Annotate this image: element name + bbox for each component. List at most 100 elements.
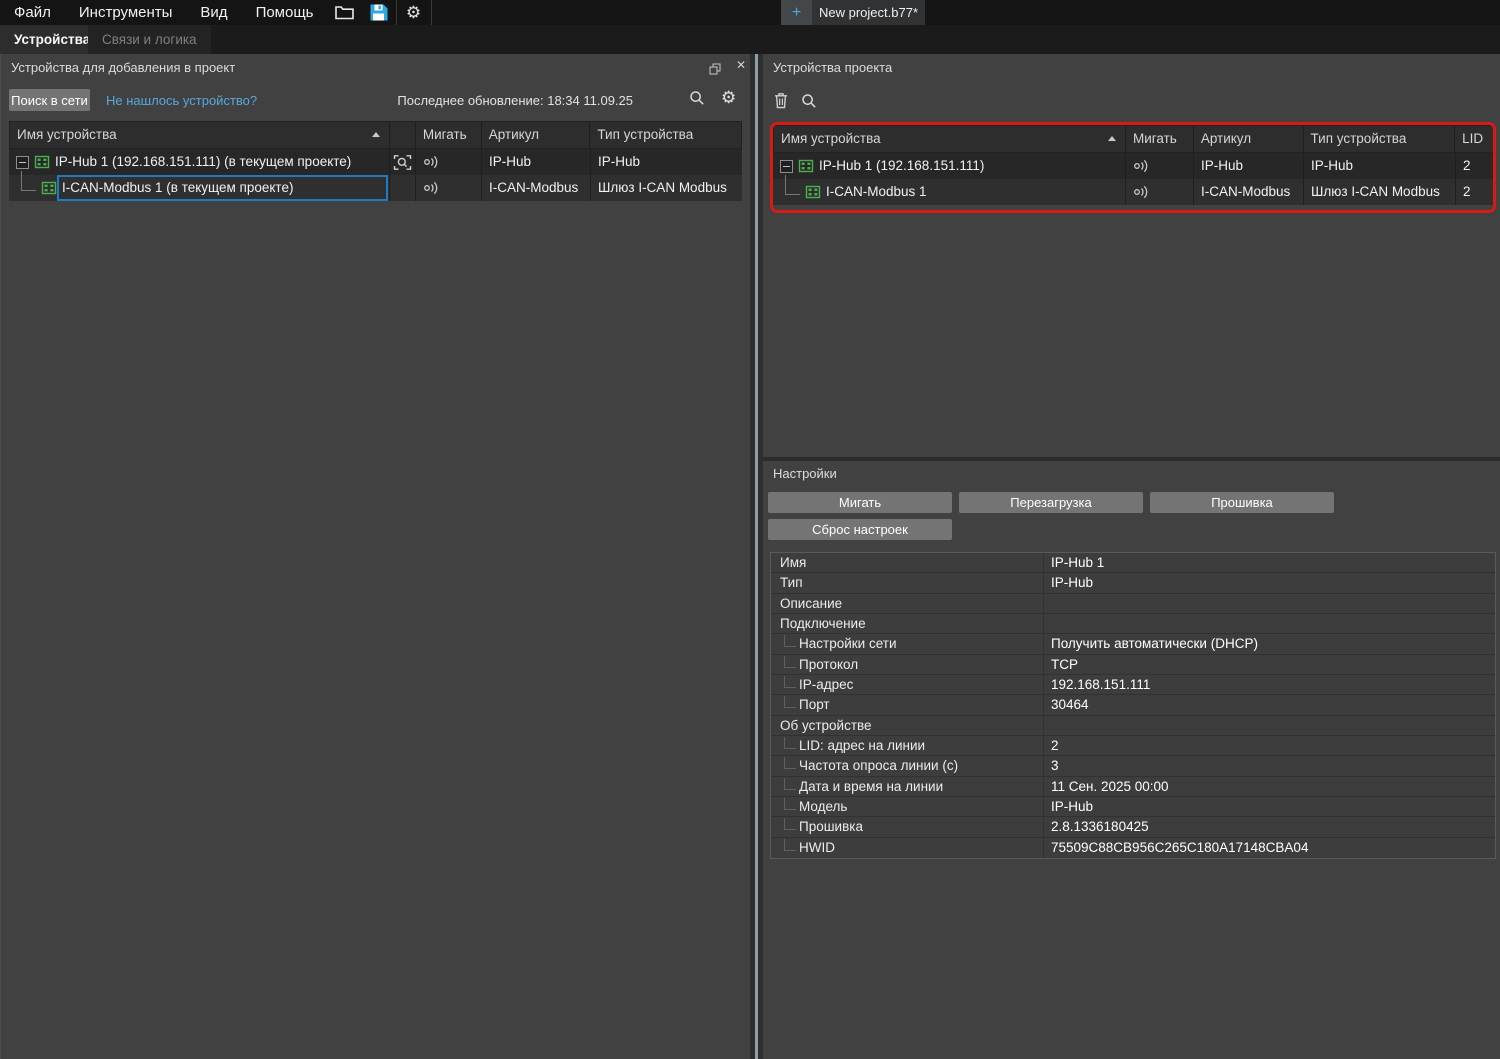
type-cell: IP-Hub: [591, 149, 742, 175]
panel-title: Настройки: [773, 466, 837, 481]
column-header-blink[interactable]: Мигать: [416, 122, 482, 148]
collapse-expander-icon[interactable]: [16, 156, 29, 169]
project-tab[interactable]: New project.b77*: [812, 0, 925, 25]
scan-device-icon: [393, 154, 412, 171]
search-icon: [689, 90, 705, 106]
articul-value: I-CAN-Modbus: [1201, 184, 1290, 199]
property-value[interactable]: 2: [1043, 736, 1495, 755]
column-header-articul[interactable]: Артикул: [1194, 126, 1304, 152]
search-project-devices-button[interactable]: [801, 93, 817, 109]
menu-help[interactable]: Помощь: [242, 0, 328, 25]
type-value: Шлюз I-CAN Modbus: [1311, 184, 1440, 199]
property-row[interactable]: HWID75509C88CB956C265C180A17148CBA04: [771, 838, 1495, 858]
column-header-blink[interactable]: Мигать: [1126, 126, 1194, 152]
property-row[interactable]: IP-адрес192.168.151.111: [771, 675, 1495, 695]
property-row[interactable]: ТипIP-Hub: [771, 573, 1495, 593]
property-row[interactable]: Частота опроса линии (с)3: [771, 756, 1495, 776]
property-row[interactable]: МодельIP-Hub: [771, 797, 1495, 817]
firmware-button[interactable]: Прошивка: [1150, 492, 1334, 513]
blink-button[interactable]: Мигать: [768, 492, 952, 513]
reboot-button[interactable]: Перезагрузка: [959, 492, 1143, 513]
device-not-found-link[interactable]: Не нашлось устройство?: [106, 93, 257, 108]
property-label: Протокол: [771, 657, 1043, 672]
property-row[interactable]: Настройки сетиПолучить автоматически (DH…: [771, 634, 1495, 654]
reset-settings-button[interactable]: Сброс настроек: [768, 519, 952, 540]
property-row[interactable]: ИмяIP-Hub 1: [771, 553, 1495, 573]
blink-cell[interactable]: [1126, 153, 1194, 179]
column-label: Артикул: [489, 127, 539, 142]
column-label: Артикул: [1201, 131, 1251, 146]
column-header-articul[interactable]: Артикул: [482, 122, 591, 148]
property-value[interactable]: 192.168.151.111: [1043, 675, 1495, 694]
menu-tools[interactable]: Инструменты: [65, 0, 187, 25]
lid-value: 2: [1463, 158, 1471, 173]
column-header-type[interactable]: Тип устройства: [590, 122, 741, 148]
settings-panel: Настройки Мигать Перезагрузка Прошивка С…: [763, 461, 1500, 1059]
table-row[interactable]: IP-Hub 1 (192.168.151.111) (в текущем пр…: [9, 149, 742, 175]
type-value: IP-Hub: [598, 154, 640, 169]
close-panel-button[interactable]: ✕: [736, 58, 746, 72]
blink-icon: [423, 155, 441, 169]
articul-value: IP-Hub: [489, 154, 531, 169]
property-row[interactable]: Прошивка2.8.1336180425: [771, 817, 1495, 837]
delete-device-button[interactable]: [774, 92, 788, 109]
filter-search-button[interactable]: [689, 90, 705, 106]
property-value[interactable]: 3: [1043, 756, 1495, 775]
property-value[interactable]: 75509C88CB956C265C180A17148CBA04: [1043, 838, 1495, 858]
property-row[interactable]: Описание: [771, 594, 1495, 614]
device-icon: [34, 155, 50, 169]
type-cell: Шлюз I-CAN Modbus: [591, 175, 742, 201]
property-label: HWID: [771, 840, 1043, 855]
blink-cell[interactable]: [416, 175, 482, 201]
table-row[interactable]: I-CAN-Modbus 1 I-CAN-Modbus Шлюз I-CAN M…: [773, 179, 1495, 205]
save-button[interactable]: [362, 0, 396, 25]
column-header-name[interactable]: Имя устройства: [10, 122, 390, 148]
property-group-row[interactable]: Подключение: [771, 614, 1495, 634]
menu-view[interactable]: Вид: [186, 0, 241, 25]
settings-button[interactable]: ⚙: [397, 0, 431, 25]
property-row[interactable]: ПротоколTCP: [771, 655, 1495, 675]
column-header-name[interactable]: Имя устройства: [774, 126, 1126, 152]
property-label: Об устройстве: [771, 718, 1043, 733]
property-value[interactable]: TCP: [1043, 655, 1495, 674]
panel-settings-button[interactable]: ⚙: [721, 85, 736, 110]
property-value: [1043, 614, 1495, 633]
blink-cell[interactable]: [1126, 179, 1194, 205]
type-cell: IP-Hub: [1304, 153, 1456, 179]
menu-file[interactable]: Файл: [0, 0, 65, 25]
lid-cell: 2: [1456, 179, 1495, 205]
devices-table-header: Имя устройства Мигать Артикул Тип устрой…: [9, 121, 742, 149]
articul-cell: I-CAN-Modbus: [1194, 179, 1304, 205]
property-value[interactable]: IP-Hub: [1043, 573, 1495, 592]
toolbar-separator: [431, 0, 432, 25]
tab-links-logic[interactable]: Связи и логика: [88, 25, 211, 54]
view-tab-bar: Устройства Связи и логика: [0, 25, 1500, 54]
blink-cell[interactable]: [416, 149, 482, 175]
property-row[interactable]: Порт30464: [771, 695, 1495, 715]
open-folder-button[interactable]: [328, 0, 362, 25]
undock-panel-button[interactable]: [709, 63, 721, 75]
scan-cell[interactable]: [390, 149, 416, 175]
column-header-lid[interactable]: LID: [1455, 126, 1494, 152]
column-header-type[interactable]: Тип устройства: [1304, 126, 1456, 152]
devices-to-add-panel: Устройства для добавления в проект ✕ Пои…: [0, 54, 751, 1059]
property-row[interactable]: LID: адрес на линии2: [771, 736, 1495, 756]
property-value[interactable]: [1043, 594, 1495, 613]
add-project-tab-button[interactable]: +: [781, 0, 812, 25]
property-row[interactable]: Дата и время на линии11 Сен. 2025 00:00: [771, 777, 1495, 797]
property-value[interactable]: IP-Hub 1: [1043, 553, 1495, 572]
search-network-button[interactable]: Поиск в сети: [9, 89, 90, 111]
table-row[interactable]: IP-Hub 1 (192.168.151.111) IP-Hub IP-Hub…: [773, 153, 1495, 179]
property-group-row[interactable]: Об устройстве: [771, 716, 1495, 736]
property-value[interactable]: 11 Сен. 2025 00:00: [1043, 777, 1495, 796]
articul-cell: IP-Hub: [1194, 153, 1304, 179]
property-label: Подключение: [771, 616, 1043, 631]
property-value[interactable]: Получить автоматически (DHCP): [1043, 634, 1495, 653]
collapse-expander-icon[interactable]: [780, 160, 793, 173]
property-value[interactable]: 30464: [1043, 695, 1495, 714]
table-row[interactable]: I-CAN-Modbus 1 (в текущем проекте) I-CAN…: [9, 175, 742, 201]
property-value[interactable]: 2.8.1336180425: [1043, 817, 1495, 836]
property-value[interactable]: IP-Hub: [1043, 797, 1495, 816]
panel-splitter-handle[interactable]: [755, 54, 758, 1059]
column-header-scan[interactable]: [390, 122, 416, 148]
